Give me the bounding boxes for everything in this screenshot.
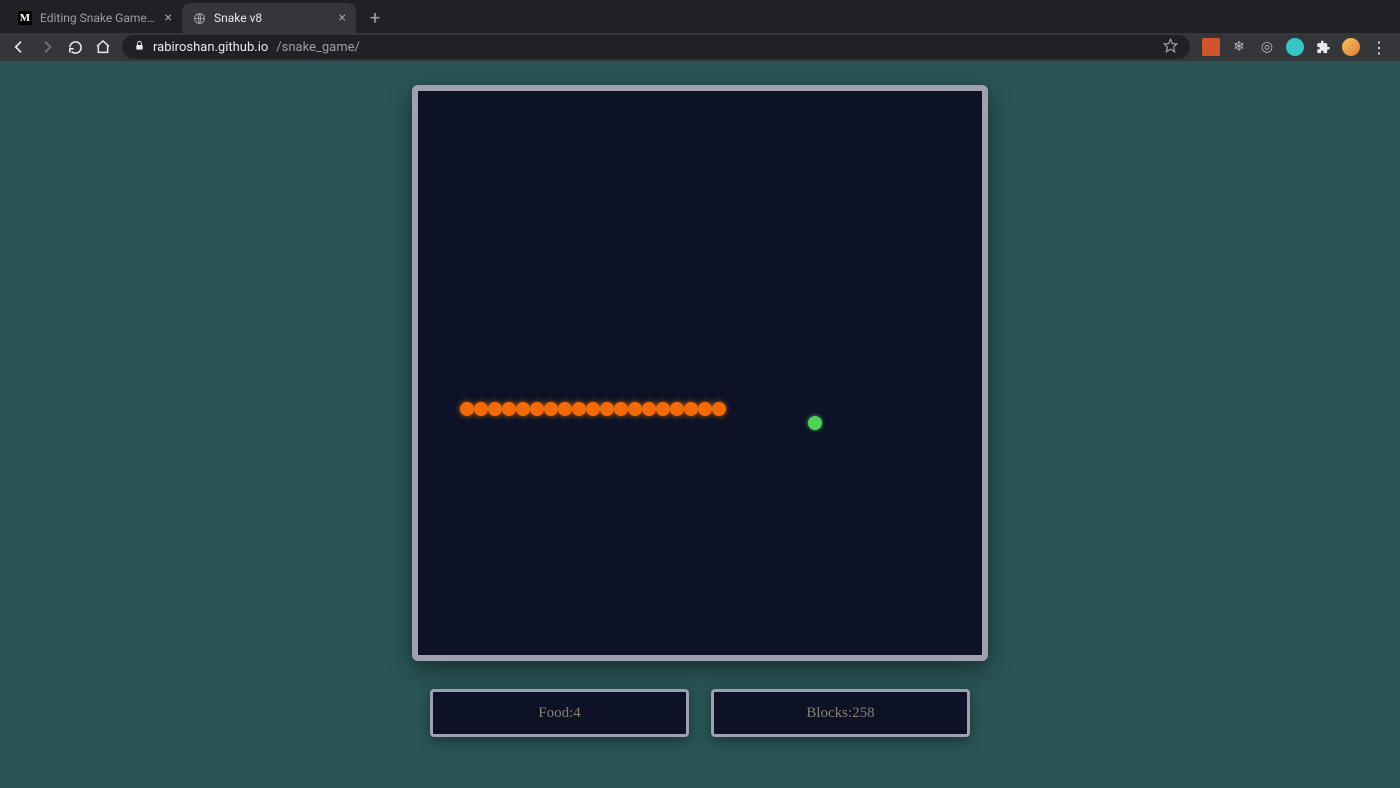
forward-icon[interactable]	[34, 34, 60, 60]
game-board[interactable]	[412, 85, 988, 661]
snake-segment	[698, 402, 712, 416]
snake-segment	[488, 402, 502, 416]
tab-title: Snake v8	[214, 11, 331, 25]
snake-segment	[586, 402, 600, 416]
snake-segment	[516, 402, 530, 416]
snake-segment	[628, 402, 642, 416]
snake-segment	[712, 402, 726, 416]
snake-segment	[614, 402, 628, 416]
food-dot	[808, 416, 822, 430]
ext-icon-2[interactable]: ❄	[1230, 38, 1248, 56]
snake-segment	[502, 402, 516, 416]
address-bar[interactable]: rabiroshan.github.io/snake_game/	[122, 35, 1190, 59]
tab-strip: M Editing Snake Game – Medium × Snake v8…	[0, 0, 1400, 33]
close-icon[interactable]: ×	[165, 10, 172, 26]
food-label: Food:	[538, 705, 573, 722]
tab-snake[interactable]: Snake v8 ×	[182, 3, 356, 33]
snake-segment	[600, 402, 614, 416]
snake-segment	[670, 402, 684, 416]
lock-icon	[134, 40, 145, 54]
score-row: Food: 4 Blocks: 258	[430, 689, 970, 737]
ext-icon-4[interactable]	[1286, 38, 1304, 56]
snake-segment	[544, 402, 558, 416]
ext-icon-1[interactable]	[1202, 38, 1220, 56]
extensions-icon[interactable]	[1314, 38, 1332, 56]
blocks-label: Blocks:	[806, 705, 852, 722]
profile-icon[interactable]	[1342, 38, 1360, 56]
new-tab-button[interactable]: +	[362, 5, 388, 31]
snake-segment	[530, 402, 544, 416]
menu-icon[interactable]: ⋮	[1370, 38, 1388, 56]
tab-medium[interactable]: M Editing Snake Game – Medium ×	[8, 3, 182, 33]
page-viewport: Food: 4 Blocks: 258	[0, 61, 1400, 788]
snake-segment	[684, 402, 698, 416]
food-score-box: Food: 4	[430, 689, 689, 737]
url-host: rabiroshan.github.io	[153, 40, 268, 55]
extension-icons: ❄ ◎ ⋮	[1196, 38, 1394, 56]
snake-segment	[572, 402, 586, 416]
blocks-score-box: Blocks: 258	[711, 689, 970, 737]
toolbar: rabiroshan.github.io/snake_game/ ❄ ◎ ⋮	[0, 33, 1400, 61]
snake-segment	[642, 402, 656, 416]
close-icon[interactable]: ×	[339, 10, 346, 26]
reload-icon[interactable]	[62, 34, 88, 60]
favicon-medium: M	[18, 11, 32, 25]
ext-icon-3[interactable]: ◎	[1258, 38, 1276, 56]
snake-segment	[474, 402, 488, 416]
favicon-globe	[192, 11, 206, 25]
snake-segment	[656, 402, 670, 416]
blocks-value: 258	[852, 705, 875, 722]
url-path: /snake_game/	[276, 40, 360, 55]
tab-title: Editing Snake Game – Medium	[40, 11, 157, 25]
browser-chrome: M Editing Snake Game – Medium × Snake v8…	[0, 0, 1400, 61]
snake-segment	[460, 402, 474, 416]
food-value: 4	[573, 705, 581, 722]
home-icon[interactable]	[90, 34, 116, 60]
back-icon[interactable]	[6, 34, 32, 60]
star-icon[interactable]	[1163, 38, 1178, 57]
snake-segment	[558, 402, 572, 416]
